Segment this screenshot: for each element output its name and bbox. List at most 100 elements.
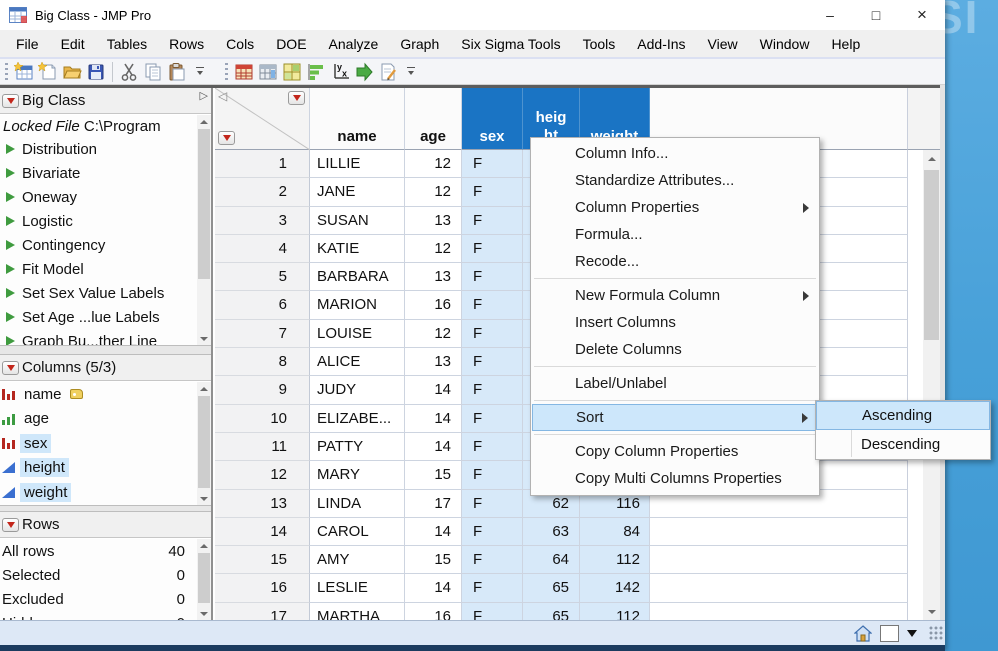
paste-icon[interactable] bbox=[165, 60, 189, 84]
menu-item[interactable]: Tools bbox=[572, 31, 627, 57]
maximize-button[interactable]: □ bbox=[853, 0, 899, 30]
cell-name[interactable]: PATTY bbox=[310, 433, 405, 461]
cell-sex[interactable]: F bbox=[462, 461, 523, 489]
cell-weight[interactable]: 112 bbox=[580, 546, 650, 574]
home-icon[interactable] bbox=[854, 625, 872, 642]
script-item[interactable]: Set Age ...lue Labels bbox=[0, 305, 211, 329]
scroll-down-icon[interactable] bbox=[197, 332, 211, 345]
cell-sex[interactable]: F bbox=[462, 603, 523, 620]
row-number-cell[interactable]: 6 bbox=[215, 291, 310, 319]
row-number-cell[interactable]: 5 bbox=[215, 263, 310, 291]
cell-name[interactable]: LILLIE bbox=[310, 150, 405, 178]
context-menu-item[interactable]: Copy Multi Columns Properties bbox=[532, 465, 818, 492]
scroll-up-icon[interactable] bbox=[197, 539, 211, 552]
cell-age[interactable]: 15 bbox=[405, 546, 462, 574]
table-menu-icon[interactable] bbox=[2, 94, 19, 108]
row-number-cell[interactable]: 9 bbox=[215, 376, 310, 404]
panel-splitter[interactable] bbox=[0, 345, 211, 355]
cell-sex[interactable]: F bbox=[462, 178, 523, 206]
scroll-up-icon[interactable] bbox=[197, 115, 211, 128]
cell-age[interactable]: 12 bbox=[405, 235, 462, 263]
script-item[interactable]: Graph Bu...ther Line bbox=[0, 329, 211, 345]
row-number-cell[interactable]: 13 bbox=[215, 490, 310, 518]
cell-age[interactable]: 16 bbox=[405, 603, 462, 620]
panel-splitter[interactable] bbox=[0, 505, 211, 512]
menu-item[interactable]: Edit bbox=[50, 31, 96, 57]
column-header-name[interactable]: name bbox=[310, 88, 405, 150]
row-number-cell[interactable]: 11 bbox=[215, 433, 310, 461]
bar-chart-icon[interactable] bbox=[304, 60, 328, 84]
column-header-sex[interactable]: sex bbox=[462, 88, 523, 150]
sort-submenu-item[interactable]: Ascending bbox=[816, 401, 990, 430]
column-list-item[interactable]: height bbox=[0, 456, 211, 481]
row-number-cell[interactable]: 17 bbox=[215, 603, 310, 620]
row-number-cell[interactable]: 8 bbox=[215, 348, 310, 376]
cell-sex[interactable]: F bbox=[462, 546, 523, 574]
cell-height[interactable]: 65 bbox=[523, 603, 580, 620]
cell-age[interactable]: 12 bbox=[405, 178, 462, 206]
cell-height[interactable]: 65 bbox=[523, 574, 580, 602]
row-number-cell[interactable]: 4 bbox=[215, 235, 310, 263]
menu-item[interactable]: File bbox=[5, 31, 50, 57]
title-bar[interactable]: Big Class - JMP Pro – □ × bbox=[0, 0, 945, 30]
script-item[interactable]: Fit Model bbox=[0, 257, 211, 281]
cut-icon[interactable] bbox=[117, 60, 141, 84]
cell-age[interactable]: 12 bbox=[405, 150, 462, 178]
scroll-down-icon[interactable] bbox=[197, 492, 211, 505]
menu-item[interactable]: Graph bbox=[389, 31, 450, 57]
context-menu-item[interactable]: Sort bbox=[532, 404, 818, 431]
cell-name[interactable]: JANE bbox=[310, 178, 405, 206]
open-icon[interactable] bbox=[60, 60, 84, 84]
sort-submenu-item[interactable]: Descending bbox=[816, 430, 990, 459]
cell-age[interactable]: 14 bbox=[405, 518, 462, 546]
cell-sex[interactable]: F bbox=[462, 405, 523, 433]
cell-age[interactable]: 14 bbox=[405, 376, 462, 404]
row-number-cell[interactable]: 14 bbox=[215, 518, 310, 546]
preview-box-icon[interactable] bbox=[880, 625, 899, 642]
menu-item[interactable]: Six Sigma Tools bbox=[450, 31, 571, 57]
new-journal-icon[interactable] bbox=[36, 60, 60, 84]
cell-name[interactable]: SUSAN bbox=[310, 207, 405, 235]
scroll-down-icon[interactable] bbox=[923, 603, 940, 620]
menu-item[interactable]: Rows bbox=[158, 31, 215, 57]
context-menu-item[interactable] bbox=[532, 363, 818, 370]
cell-name[interactable]: ELIZABE... bbox=[310, 405, 405, 433]
menu-item[interactable]: Cols bbox=[215, 31, 265, 57]
cell-weight[interactable]: 84 bbox=[580, 518, 650, 546]
new-column-icon[interactable] bbox=[256, 60, 280, 84]
dropdown-arrow-icon[interactable] bbox=[907, 630, 917, 637]
toolbar-grip[interactable] bbox=[225, 63, 228, 81]
cell-name[interactable]: LOUISE bbox=[310, 320, 405, 348]
cell-name[interactable]: MARION bbox=[310, 291, 405, 319]
cell-sex[interactable]: F bbox=[462, 235, 523, 263]
script-item[interactable]: Contingency bbox=[0, 233, 211, 257]
cell-age[interactable]: 13 bbox=[405, 207, 462, 235]
cell-name[interactable]: ALICE bbox=[310, 348, 405, 376]
script-item[interactable]: Distribution bbox=[0, 137, 211, 161]
cell-weight[interactable]: 112 bbox=[580, 603, 650, 620]
cell-age[interactable]: 13 bbox=[405, 348, 462, 376]
cell-name[interactable]: MARY bbox=[310, 461, 405, 489]
context-menu-item[interactable] bbox=[532, 397, 818, 404]
scroll-down-icon[interactable] bbox=[197, 607, 211, 620]
cell-sex[interactable]: F bbox=[462, 490, 523, 518]
column-header-age[interactable]: age bbox=[405, 88, 462, 150]
menu-item[interactable]: Help bbox=[820, 31, 871, 57]
cell-name[interactable]: LESLIE bbox=[310, 574, 405, 602]
cell-sex[interactable]: F bbox=[462, 574, 523, 602]
cell-height[interactable]: 64 bbox=[523, 546, 580, 574]
cell-name[interactable]: CAROL bbox=[310, 518, 405, 546]
context-menu-item[interactable]: Formula... bbox=[532, 221, 818, 248]
context-menu-item[interactable]: Column Properties bbox=[532, 194, 818, 221]
columns-menu-icon[interactable] bbox=[288, 91, 305, 105]
row-number-cell[interactable]: 16 bbox=[215, 574, 310, 602]
script-item[interactable]: Bivariate bbox=[0, 161, 211, 185]
menu-item[interactable]: Add-Ins bbox=[626, 31, 696, 57]
row-number-cell[interactable]: 7 bbox=[215, 320, 310, 348]
row-number-cell[interactable]: 15 bbox=[215, 546, 310, 574]
row-number-cell[interactable]: 2 bbox=[215, 178, 310, 206]
column-list-item[interactable]: weight bbox=[0, 480, 211, 505]
cell-age[interactable]: 16 bbox=[405, 291, 462, 319]
toolbar-overflow-icon[interactable] bbox=[404, 62, 418, 82]
scrollbar[interactable] bbox=[197, 115, 211, 345]
